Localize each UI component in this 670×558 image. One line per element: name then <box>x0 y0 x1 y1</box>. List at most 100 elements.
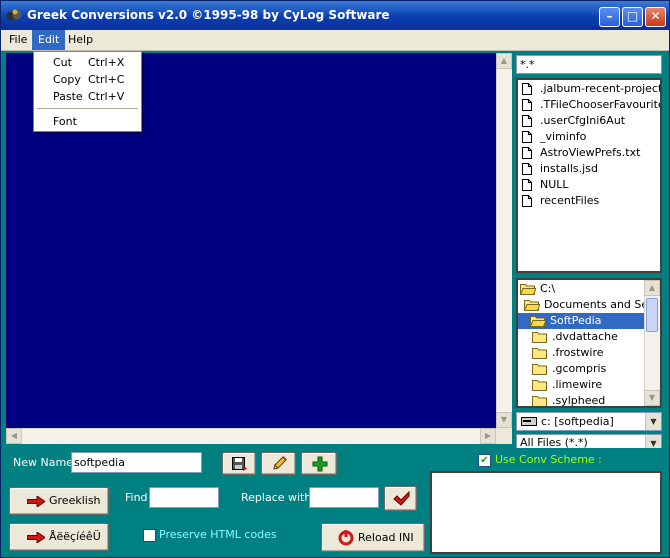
file-icon <box>522 115 532 127</box>
menu-item-font[interactable]: Font <box>34 113 141 130</box>
menu-item-paste[interactable]: Paste Ctrl+V <box>34 88 141 105</box>
file-name: recentFiles <box>540 194 600 207</box>
menu-item-cut[interactable]: Cut Ctrl+X <box>34 54 141 71</box>
editor-vertical-scrollbar[interactable]: ▲ ▼ <box>496 53 512 428</box>
minimize-button[interactable]: – <box>599 7 620 27</box>
find-label: Find <box>125 491 148 504</box>
file-name: NULL <box>540 178 569 191</box>
directory-name: .dvdattache <box>552 330 618 343</box>
directory-name: .gcompris <box>552 362 607 375</box>
menu-item-copy[interactable]: Copy Ctrl+C <box>34 71 141 88</box>
preserve-html-checkbox[interactable] <box>143 529 156 542</box>
menu-item-label: Cut <box>53 56 72 69</box>
file-mask-input[interactable]: *.* <box>516 55 662 74</box>
window-title: Greek Conversions v2.0 ©1995-98 by CyLog… <box>27 8 390 22</box>
replace-input[interactable] <box>309 487 379 508</box>
file-icon <box>522 163 532 175</box>
folder-icon <box>532 380 547 391</box>
drive-select[interactable]: c: [softpedia] ▼ <box>516 412 662 431</box>
reload-ini-button[interactable]: Reload INI <box>321 523 425 552</box>
apply-replace-button[interactable] <box>384 486 417 511</box>
chevron-down-icon[interactable]: ▼ <box>645 435 661 448</box>
menu-item-shortcut: Ctrl+X <box>88 56 125 69</box>
scroll-down-icon[interactable]: ▼ <box>644 390 660 406</box>
app-icon <box>6 9 22 21</box>
list-item[interactable]: .sylpheed <box>532 393 646 407</box>
list-item[interactable]: .dvdattache <box>532 329 646 345</box>
folder-icon <box>532 348 547 359</box>
scroll-right-icon[interactable]: ▶ <box>480 428 496 444</box>
greeklish-button[interactable]: Greeklish <box>9 487 109 515</box>
drive-select-value: c: [softpedia] <box>541 415 614 428</box>
file-name: AstroViewPrefs.txt <box>540 146 641 159</box>
scroll-up-icon[interactable]: ▲ <box>644 280 660 296</box>
new-name-input[interactable]: softpedia <box>71 452 202 473</box>
save-disk-icon <box>232 457 247 471</box>
scroll-thumb[interactable] <box>646 298 658 332</box>
directory-name: C:\ <box>540 282 556 295</box>
folder-icon <box>532 332 547 343</box>
editor-horizontal-scrollbar[interactable]: ◀ ▶ <box>6 428 496 444</box>
maximize-button[interactable]: □ <box>622 7 643 27</box>
menu-file[interactable]: File <box>3 30 33 50</box>
list-item[interactable]: Documents and Settings <box>524 297 660 313</box>
list-item[interactable]: .gcompris <box>532 361 646 377</box>
menu-item-shortcut: Ctrl+V <box>88 90 125 103</box>
arrow-right-icon <box>27 532 45 543</box>
file-filter-select[interactable]: All Files (*.*) ▼ <box>516 434 662 448</box>
file-icon <box>522 179 532 191</box>
open-folder-icon <box>520 284 536 295</box>
title-bar[interactable]: Greek Conversions v2.0 ©1995-98 by CyLog… <box>1 1 669 30</box>
plus-icon <box>312 456 328 472</box>
scroll-up-icon[interactable]: ▲ <box>496 53 512 69</box>
close-button[interactable]: ✕ <box>645 7 666 27</box>
conv-scheme-box[interactable] <box>430 471 662 554</box>
directory-name: .limewire <box>552 378 603 391</box>
file-icon <box>522 147 532 159</box>
menu-help[interactable]: Help <box>62 30 99 50</box>
file-list[interactable]: .jalbum-recent-projects.pro .TFileChoose… <box>516 78 662 273</box>
file-icon <box>522 99 532 111</box>
chevron-down-icon[interactable]: ▼ <box>645 413 661 430</box>
new-name-label: New Name <box>13 456 73 469</box>
file-icon <box>522 83 532 95</box>
greek-button-label: ÅëëçíéêÜ <box>49 530 101 543</box>
directory-list[interactable]: C:\ Documents and Settings SoftPedia .dv… <box>516 278 662 408</box>
list-item[interactable]: .limewire <box>532 377 646 393</box>
file-name: _viminfo <box>540 130 587 143</box>
file-icon <box>522 131 532 143</box>
directory-name: .frostwire <box>552 346 604 359</box>
edit-name-button[interactable] <box>261 452 296 475</box>
scroll-left-icon[interactable]: ◀ <box>6 428 22 444</box>
file-filter-value: All Files (*.*) <box>520 436 588 448</box>
open-folder-icon <box>524 300 540 311</box>
save-file-button[interactable] <box>222 452 256 475</box>
use-conv-scheme-checkbox[interactable]: ✔ <box>478 454 491 467</box>
file-name: installs.jsd <box>540 162 598 175</box>
pencil-icon <box>273 456 287 470</box>
menu-item-label: Paste <box>53 90 83 103</box>
add-button[interactable] <box>301 452 337 475</box>
menu-item-label: Font <box>53 115 77 128</box>
menu-edit[interactable]: Edit <box>32 30 66 50</box>
greeklish-button-label: Greeklish <box>49 494 101 507</box>
file-name: .jalbum-recent-projects.pro <box>540 82 662 95</box>
preserve-html-label: Preserve HTML codes <box>159 528 277 541</box>
greek-button[interactable]: ÅëëçíéêÜ <box>9 523 109 551</box>
menu-item-label: Copy <box>53 73 81 86</box>
open-folder-icon <box>530 316 546 327</box>
directory-name: .sylpheed <box>552 394 606 407</box>
menu-item-shortcut: Ctrl+C <box>88 73 125 86</box>
scroll-corner <box>496 428 512 444</box>
list-item[interactable]: .frostwire <box>532 345 646 361</box>
use-conv-scheme-label: Use Conv Scheme : <box>495 453 602 466</box>
list-item[interactable]: SoftPedia <box>518 313 646 329</box>
find-input[interactable] <box>149 487 219 508</box>
list-item[interactable]: C:\ <box>520 281 646 297</box>
directory-scrollbar[interactable]: ▲ ▼ <box>644 280 660 406</box>
replace-with-label: Replace with <box>241 491 312 504</box>
folder-icon <box>532 396 547 406</box>
reload-ini-button-label: Reload INI <box>358 531 414 544</box>
scroll-down-icon[interactable]: ▼ <box>496 412 512 428</box>
menu-bar: File Edit Help <box>1 30 669 51</box>
